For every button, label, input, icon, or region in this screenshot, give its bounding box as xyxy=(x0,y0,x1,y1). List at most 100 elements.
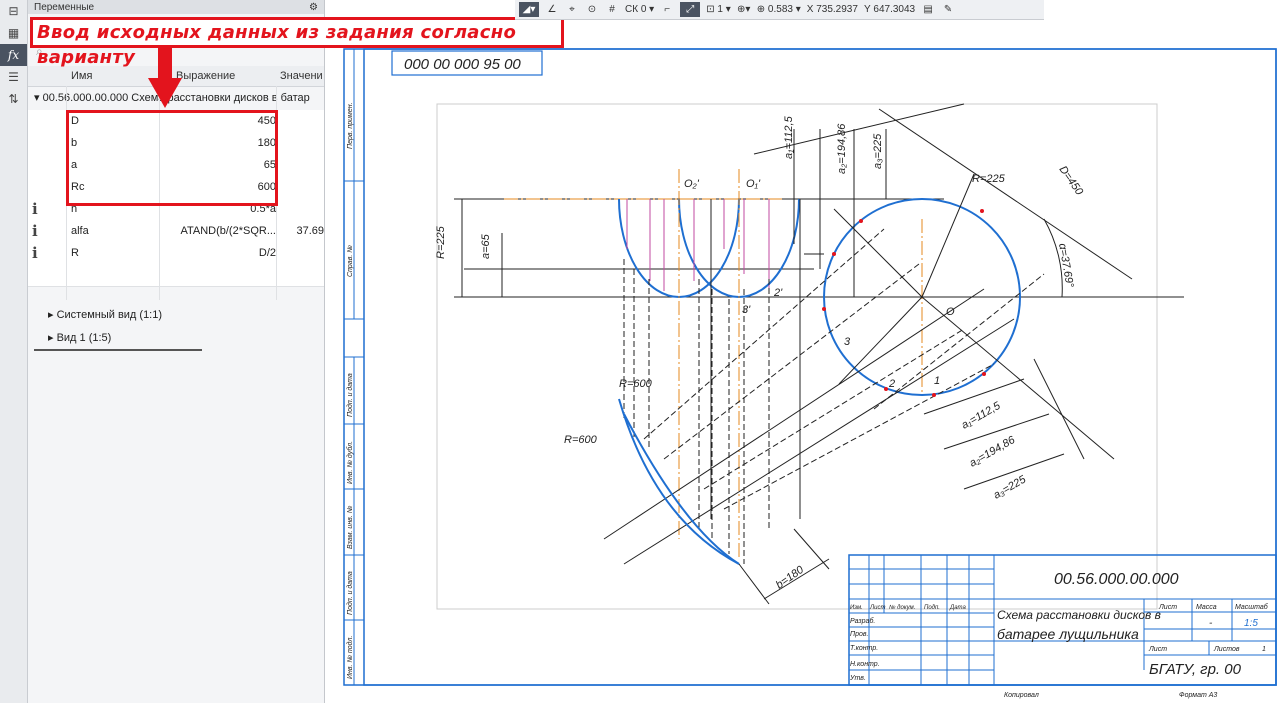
calculator-icon[interactable]: ▦ xyxy=(0,22,27,44)
label-O1: O₁' xyxy=(746,178,761,190)
tree-icon[interactable]: ⊟ xyxy=(0,0,27,22)
layers-icon[interactable]: ☰ xyxy=(0,66,27,88)
variable-row[interactable]: i alfa ATAND(b/(2*SQR... 37.69 xyxy=(28,220,324,243)
label-p3: 3 xyxy=(844,336,851,348)
dim-Rc-lower: R=600 xyxy=(564,434,598,446)
variable-value xyxy=(278,198,324,220)
down-arrow-icon xyxy=(148,48,182,108)
y-value: 647.3043 xyxy=(873,4,916,15)
doc-code: 00.56.000.00.000 xyxy=(1054,571,1179,588)
snap-icon[interactable]: ⌖ xyxy=(565,2,579,17)
variable-expression[interactable]: D/2 xyxy=(160,242,276,264)
panel-title: Переменные xyxy=(34,1,95,13)
col-date: Дата xyxy=(949,605,966,611)
variable-value: 37.69 xyxy=(296,225,324,237)
variables-fx-icon[interactable]: fx xyxy=(0,44,27,66)
role-2: Пров. xyxy=(850,631,869,638)
view-boundary xyxy=(436,103,1158,610)
left-toolbar: ⊟ ▦ fx ☰ ⇅ xyxy=(0,0,28,703)
col-list: Лист xyxy=(869,605,885,611)
column-expression[interactable]: Выражение xyxy=(176,70,235,82)
view-1[interactable]: ▸ Вид 1 (1:5) xyxy=(48,331,111,344)
view-system[interactable]: ▸ Системный вид (1:1) xyxy=(48,308,162,321)
style-icon[interactable]: ◢▾ xyxy=(519,2,539,17)
variable-name[interactable]: R xyxy=(71,242,159,264)
ortho-icon[interactable]: ⌐ xyxy=(660,2,674,17)
label-p2: 2 xyxy=(888,378,895,390)
side-label-5: Взам. инв. № xyxy=(347,505,354,549)
variable-row[interactable]: i R D/2 xyxy=(28,242,324,265)
dim-a1-top: a₁=112,5 xyxy=(783,115,795,159)
table-icon[interactable]: ▤ xyxy=(921,2,935,17)
side-label-2: Справ. № xyxy=(347,245,354,277)
input-highlight-box xyxy=(66,110,278,206)
sheet-label-2: Лист xyxy=(1148,646,1167,653)
role-3: Т.контр. xyxy=(850,645,878,652)
variable-value xyxy=(278,132,324,154)
column-value[interactable]: Значени xyxy=(280,70,323,82)
cs-select[interactable]: СК 0 ▾ xyxy=(625,2,654,17)
dim-R-circle: R=225 xyxy=(972,173,1006,185)
step-field[interactable]: ⊡ 1 ▾ xyxy=(706,2,731,17)
dim-Rc-upper: R=600 xyxy=(619,378,653,390)
snap-point-icon[interactable]: ⊙ xyxy=(585,2,599,17)
grid-icon[interactable]: # xyxy=(605,2,619,17)
column-name[interactable]: Имя xyxy=(71,70,92,82)
col-izm: Изм. xyxy=(850,605,863,611)
pen-icon[interactable]: ✎ xyxy=(941,2,955,17)
label-p2b: 2' xyxy=(773,287,783,299)
drawing-toolbar: ◢▾ ∠ ⌖ ⊙ # СК 0 ▾ ⌐ ⤢ ⊡ 1 ▾ ⊕▾ ⊕ 0.583 ▾… xyxy=(515,0,1044,20)
dim-a: a=65 xyxy=(480,233,492,259)
mass-value: - xyxy=(1209,618,1213,629)
doc-title-1: Схема расстановки дисков в xyxy=(997,608,1161,622)
info-icon: i xyxy=(32,200,38,218)
col-doc: № докум. xyxy=(889,604,915,611)
variable-name[interactable]: alfa xyxy=(71,220,159,242)
snap-angle-icon[interactable]: ∠ xyxy=(545,2,559,17)
settings-gear-icon[interactable]: ⚙ xyxy=(309,2,318,13)
dim-D: D=450 xyxy=(1057,164,1086,198)
sheet-frame xyxy=(343,48,1277,686)
zoom-tool-icon[interactable]: ⊕▾ xyxy=(737,2,751,17)
sheets-value: 1 xyxy=(1262,646,1266,653)
dim-R: R=225 xyxy=(435,225,447,259)
variable-value xyxy=(278,110,324,132)
variable-expression[interactable]: ATAND(b/(2*SQR... xyxy=(160,220,276,242)
side-label-4: Инв. № дубл. xyxy=(346,441,354,484)
sheet-label: Лист xyxy=(1158,604,1177,611)
label-O: O xyxy=(946,306,955,318)
variable-value xyxy=(278,154,324,176)
info-icon: i xyxy=(32,222,38,240)
empty-row[interactable] xyxy=(28,264,324,287)
scroll-indicator[interactable] xyxy=(34,349,202,351)
panel-header: Переменные ⚙ xyxy=(28,0,324,14)
format-label: Формат А3 xyxy=(1179,692,1217,699)
info-icon: i xyxy=(32,244,38,262)
variable-value xyxy=(278,176,324,198)
y-coordinate[interactable]: Y 647.3043 xyxy=(864,2,915,17)
label-p3b: 3' xyxy=(742,304,751,316)
dim-b: b=180 xyxy=(774,563,807,591)
corner-code: 000 00 000 95 00 xyxy=(404,56,521,73)
variable-value xyxy=(278,242,324,264)
x-coordinate[interactable]: X 735.2937 xyxy=(807,2,858,17)
dim-a3-top: a₃=225 xyxy=(872,133,884,169)
copied-label: Копировал xyxy=(1004,692,1039,699)
dim-a1-right: a₁=112,5 xyxy=(960,399,1004,431)
role-5: Утв. xyxy=(849,675,866,682)
drawing-canvas[interactable]: 000 00 000 95 00 Перв. примен. Справ. № … xyxy=(324,19,1280,703)
scale-label: Масштаб xyxy=(1235,603,1269,611)
doc-title-2: батарее лущильника xyxy=(997,626,1139,642)
side-label-7: Инв. № подл. xyxy=(346,636,354,679)
label-O2: O₂' xyxy=(684,178,700,190)
sort-icon[interactable]: ⇅ xyxy=(0,88,27,110)
side-label-6: Подп. и дата xyxy=(346,571,354,615)
x-value: 735.2937 xyxy=(816,4,858,15)
role-1: Разраб. xyxy=(850,617,875,625)
label-p1: 1 xyxy=(934,375,940,387)
mass-label: Масса xyxy=(1196,604,1217,611)
zoom-value: 0.583 xyxy=(767,4,793,15)
side-label-1: Перв. примен. xyxy=(347,102,354,149)
zoom-field[interactable]: ⊕ 0.583 ▾ xyxy=(757,2,801,17)
round-icon[interactable]: ⤢ xyxy=(680,2,701,17)
